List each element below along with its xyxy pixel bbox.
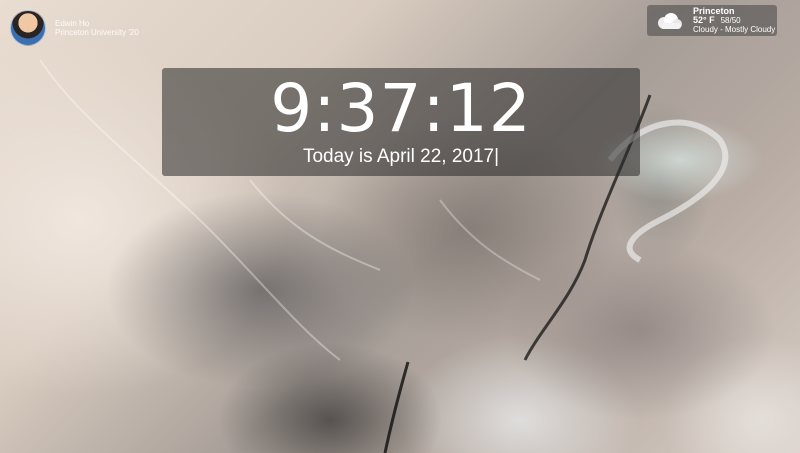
weather-temperature-row: 52° F 58/50 <box>693 15 775 26</box>
clock-date: Today is April 22, 2017| <box>162 146 640 168</box>
weather-info: Princeton 52° F 58/50 Cloudy - Mostly Clo… <box>693 7 776 35</box>
profile-info: Edwin Ho Princeton University '20 <box>55 19 139 37</box>
weather-widget[interactable]: Princeton 52° F 58/50 Cloudy - Mostly Clo… <box>647 5 777 36</box>
weather-high-low: 58/50 <box>720 16 741 25</box>
profile-school: Princeton University '20 <box>55 28 139 37</box>
clock-time: 9:37:12 <box>270 70 532 147</box>
avatar[interactable] <box>10 10 46 46</box>
cloud-icon <box>653 11 683 31</box>
date-text: Today is April 22, 2017 <box>302 146 495 167</box>
typing-cursor: | <box>494 146 500 167</box>
clock-panel: 9:37:12 Today is April 22, 2017| <box>162 68 640 176</box>
desktop-background: Edwin Ho Princeton University '20 Prince… <box>0 0 800 453</box>
profile-name: Edwin Ho <box>55 19 90 28</box>
user-profile[interactable]: Edwin Ho Princeton University '20 <box>10 10 139 46</box>
weather-temperature: 52° F <box>693 15 715 25</box>
weather-condition: Cloudy - Mostly Cloudy <box>693 25 776 34</box>
